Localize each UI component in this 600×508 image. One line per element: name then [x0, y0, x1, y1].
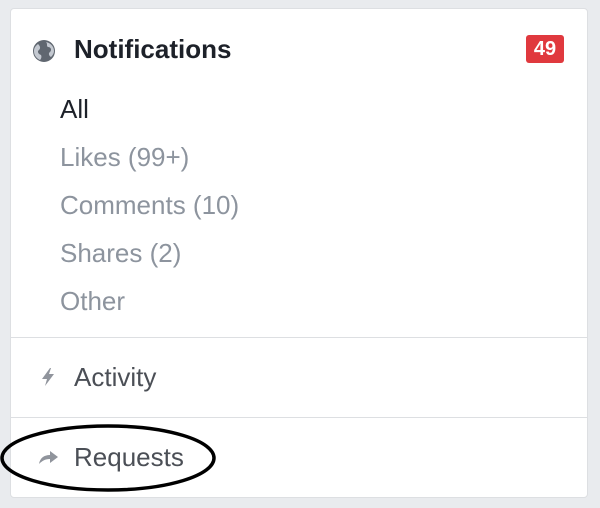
notifications-panel: Notifications 49 All Likes (99+) Comment…: [10, 8, 588, 498]
filter-likes[interactable]: Likes (99+): [60, 133, 239, 181]
filter-all[interactable]: All: [60, 85, 239, 133]
requests-item[interactable]: Requests: [11, 437, 587, 477]
notifications-title: Notifications: [74, 34, 232, 64]
filter-shares[interactable]: Shares (2): [60, 229, 239, 277]
activity-label: Activity: [74, 362, 157, 392]
filter-comments[interactable]: Comments (10): [60, 181, 239, 229]
notification-count-badge: 49: [526, 35, 564, 63]
filter-other[interactable]: Other: [60, 277, 239, 325]
lightning-bolt-icon: [42, 368, 54, 386]
notification-filter-list: All Likes (99+) Comments (10) Shares (2)…: [60, 85, 239, 325]
notifications-header[interactable]: Notifications 49: [11, 33, 587, 65]
activity-item[interactable]: Activity: [11, 357, 587, 397]
share-arrow-icon: [39, 451, 58, 464]
requests-label: Requests: [74, 442, 184, 472]
globe-icon: [33, 40, 55, 62]
divider: [11, 337, 587, 338]
divider: [11, 417, 587, 418]
